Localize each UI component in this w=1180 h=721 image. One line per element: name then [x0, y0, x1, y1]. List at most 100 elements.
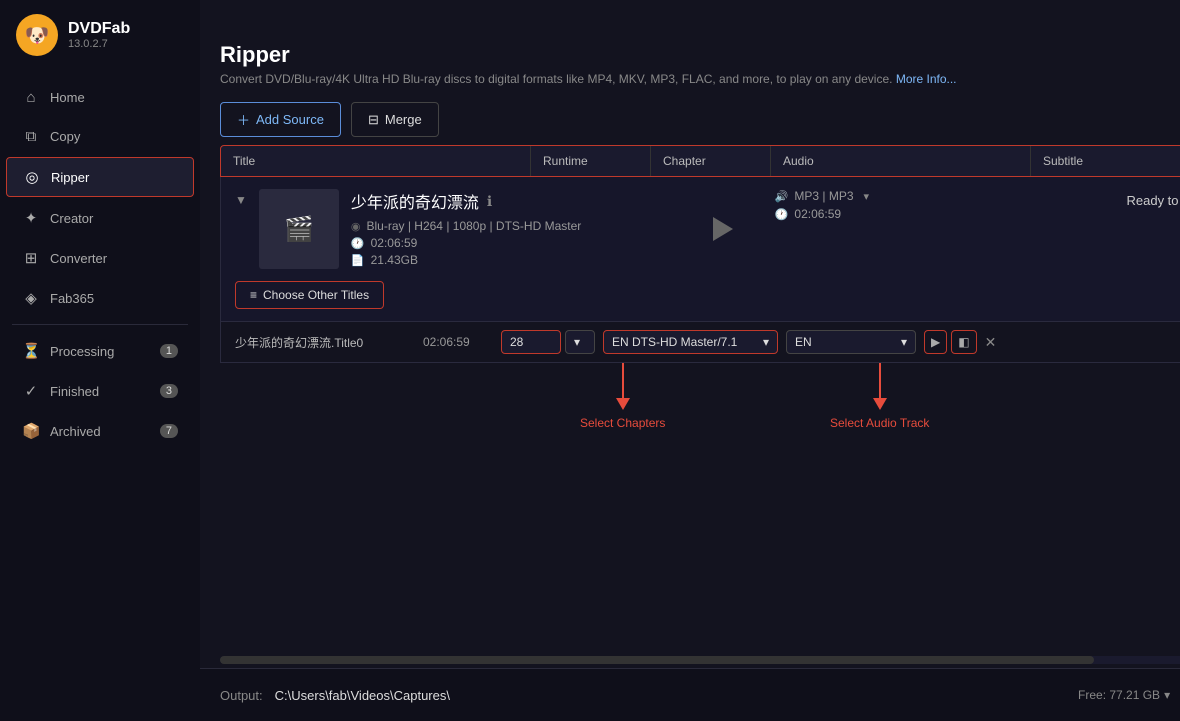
ready-text: Ready to Start — [1126, 193, 1180, 208]
sidebar-nav: ⌂ Home ⧉ Copy ◎ Ripper ✦ Creator ⊞ Conve… — [0, 70, 200, 721]
title-info: 少年派的奇幻漂流 ℹ ◉ Blu-ray | H264 | 1080p | DT… — [351, 189, 681, 267]
converter-icon: ⊞ — [22, 249, 40, 267]
sidebar-label-fab365: Fab365 — [50, 291, 94, 306]
table-header: Title Runtime Chapter Audio Subtitle — [220, 145, 1180, 177]
title-meta: ◉ Blu-ray | H264 | 1080p | DTS-HD Master… — [351, 219, 681, 267]
chapters-dropdown[interactable]: ▾ — [565, 330, 595, 354]
sidebar-item-converter[interactable]: ⊞ Converter — [6, 239, 194, 277]
meta-size: 📄 21.43GB — [351, 253, 681, 267]
track-name: 少年派的奇幻漂流.Title0 — [235, 334, 415, 351]
fab365-icon: ◈ — [22, 289, 40, 307]
title-row-header: ▼ 🎬 少年派的奇幻漂流 ℹ ◉ Blu-ray | H264 | 1080p … — [235, 189, 1180, 269]
sidebar-item-finished[interactable]: ✓ Finished 3 — [6, 372, 194, 410]
ann-container: Select Chapters Select Audio Track Advan… — [240, 363, 1180, 473]
track-close-button[interactable]: ✕ — [985, 334, 997, 351]
audio-info: 🔊 MP3 | MP3 ▾ — [775, 189, 1105, 203]
scrollbar-thumb — [220, 656, 1094, 664]
track-actions: ▶ ◧ ✕ — [924, 330, 996, 354]
processing-badge: 1 — [160, 344, 178, 358]
audio-duration: 🕐 02:06:59 — [775, 207, 1105, 221]
page-description: Convert DVD/Blu-ray/4K Ultra HD Blu-ray … — [220, 72, 1180, 86]
ready-badge: Ready to Start — [1126, 189, 1180, 211]
th-title: Title — [221, 146, 531, 176]
track-play-button[interactable]: ▶ — [924, 330, 947, 354]
dropdown-arrow-icon: ▾ — [1164, 688, 1170, 702]
title-name: 少年派的奇幻漂流 ℹ — [351, 189, 681, 213]
list-icon: ≡ — [250, 288, 257, 302]
app-logo: 🐶 DVDFab 13.0.2.7 — [0, 0, 200, 70]
choose-titles-container: ≡ Choose Other Titles — [235, 277, 1180, 309]
meta-format: ◉ Blu-ray | H264 | 1080p | DTS-HD Master — [351, 219, 681, 233]
sidebar-label-finished: Finished — [50, 384, 99, 399]
plus-icon: ＋ — [237, 110, 250, 129]
logo-icon: 🐶 — [16, 14, 58, 56]
output-path: C:\Users\fab\Videos\Captures\ — [275, 688, 1066, 703]
merge-button[interactable]: ⊟ Merge — [351, 102, 439, 137]
info-icon[interactable]: ℹ — [487, 193, 492, 210]
audio-arrow-shaft — [879, 363, 881, 398]
play-triangle-icon — [713, 217, 733, 241]
title-row: ▼ 🎬 少年派的奇幻漂流 ℹ ◉ Blu-ray | H264 | 1080p … — [220, 177, 1180, 322]
title-bar: ☰ — □ ✕ — [200, 0, 1180, 32]
content-area: Title Runtime Chapter Audio Subtitle ▼ 🎬… — [200, 145, 1180, 652]
audio-arrowhead-icon — [873, 398, 887, 410]
th-chapter: Chapter — [651, 146, 771, 176]
free-space[interactable]: Free: 77.21 GB ▾ — [1078, 688, 1170, 702]
annotation-audio: Select Audio Track — [830, 363, 929, 430]
sidebar-item-copy[interactable]: ⧉ Copy — [6, 118, 194, 155]
archived-icon: 📦 — [22, 422, 40, 440]
choose-other-titles-button[interactable]: ≡ Choose Other Titles — [235, 281, 384, 309]
chapters-select[interactable]: 28 — [501, 330, 561, 354]
creator-icon: ✦ — [22, 209, 40, 227]
sidebar-label-converter: Converter — [50, 251, 107, 266]
home-icon: ⌂ — [22, 89, 40, 106]
main-content: ☰ — □ ✕ Ripper Convert DVD/Blu-ray/4K Ul… — [200, 0, 1180, 721]
track-row: 少年派的奇幻漂流.Title0 02:06:59 28 ▾ EN DTS-HD … — [220, 322, 1180, 363]
sidebar-label-creator: Creator — [50, 211, 93, 226]
sidebar-label-copy: Copy — [50, 129, 80, 144]
output-label: Output: — [220, 688, 263, 703]
sidebar-item-fab365[interactable]: ◈ Fab365 — [6, 279, 194, 317]
page-header: Ripper Convert DVD/Blu-ray/4K Ultra HD B… — [200, 32, 1180, 94]
sidebar-item-ripper[interactable]: ◎ Ripper — [6, 157, 194, 197]
app-name: DVDFab — [68, 20, 130, 38]
scrollbar[interactable] — [220, 656, 1180, 664]
toolbar: ＋ Add Source ⊟ Merge — [200, 94, 1180, 145]
sidebar-item-processing[interactable]: ⏳ Processing 1 — [6, 332, 194, 370]
chapters-annotation-label: Select Chapters — [580, 416, 665, 430]
sidebar: 🐶 DVDFab 13.0.2.7 ⌂ Home ⧉ Copy ◎ Ripper… — [0, 0, 200, 721]
archived-badge: 7 — [160, 424, 178, 438]
sidebar-divider — [12, 324, 188, 325]
merge-icon: ⊟ — [368, 112, 379, 128]
sidebar-label-processing: Processing — [50, 344, 114, 359]
sidebar-label-ripper: Ripper — [51, 170, 89, 185]
th-runtime: Runtime — [531, 146, 651, 176]
chapters-arrow-shaft — [622, 363, 624, 398]
audio-annotation-label: Select Audio Track — [830, 416, 929, 430]
advanced-settings-button[interactable]: ◧ — [951, 330, 976, 354]
clock-icon: 🕐 — [351, 237, 365, 250]
collapse-button[interactable]: ▼ — [235, 193, 247, 207]
file-icon: 📄 — [351, 254, 365, 267]
annotation-section: Select Chapters Select Audio Track Advan… — [220, 363, 1180, 473]
play-button[interactable] — [703, 209, 743, 249]
sidebar-item-archived[interactable]: 📦 Archived 7 — [6, 412, 194, 450]
sidebar-item-creator[interactable]: ✦ Creator — [6, 199, 194, 237]
th-subtitle: Subtitle — [1031, 146, 1180, 176]
logo-text: DVDFab 13.0.2.7 — [68, 20, 130, 50]
more-info-link[interactable]: More Info... — [896, 72, 957, 86]
track-duration: 02:06:59 — [423, 335, 493, 349]
ripper-icon: ◎ — [23, 168, 41, 186]
th-audio: Audio — [771, 146, 1031, 176]
annotation-chapters: Select Chapters — [580, 363, 665, 430]
dropdown-arrow-icon: ▾ — [763, 335, 769, 349]
sidebar-label-home: Home — [50, 90, 85, 105]
sidebar-label-archived: Archived — [50, 424, 101, 439]
sidebar-item-home[interactable]: ⌂ Home — [6, 79, 194, 116]
audio-track-select[interactable]: EN DTS-HD Master/7.1 ▾ — [603, 330, 778, 354]
add-source-button[interactable]: ＋ Add Source — [220, 102, 341, 137]
copy-icon: ⧉ — [22, 128, 40, 145]
chapters-group: 28 ▾ — [501, 330, 595, 354]
page-title: Ripper — [220, 42, 1180, 68]
subtitle-select[interactable]: EN ▾ — [786, 330, 916, 354]
